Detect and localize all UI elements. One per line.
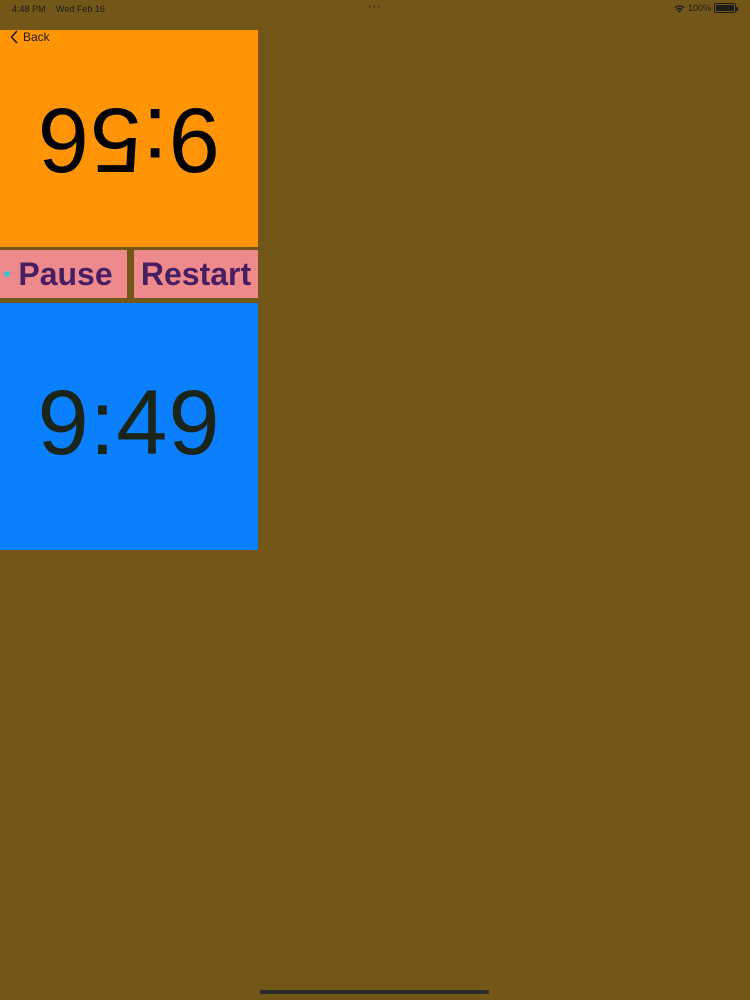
- pause-button[interactable]: Pause: [0, 250, 127, 298]
- multitasking-dots[interactable]: •••: [368, 2, 382, 13]
- home-indicator[interactable]: [260, 990, 489, 994]
- battery-nub: [736, 7, 738, 11]
- battery-level-fill: [716, 5, 734, 11]
- wifi-icon: [674, 4, 685, 13]
- status-bar: 4:48 PM Wed Feb 16 ••• 100%: [0, 0, 750, 20]
- chevron-left-icon: [9, 30, 19, 44]
- status-time: 4:48 PM: [12, 4, 46, 14]
- bottom-player-timer-panel[interactable]: 9:49: [0, 303, 258, 550]
- top-player-timer-panel[interactable]: Back 9:56: [0, 30, 258, 247]
- back-label: Back: [23, 30, 50, 44]
- chess-clock: Back 9:56 Pause Restart 9:49: [0, 30, 258, 550]
- status-date: Wed Feb 16: [56, 4, 105, 14]
- focus-indicator: [4, 271, 10, 277]
- bottom-timer-value: 9:49: [37, 372, 221, 474]
- control-strip: Pause Restart: [0, 247, 258, 303]
- battery-percent: 100%: [687, 3, 711, 13]
- battery-icon: [714, 3, 738, 13]
- restart-label: Restart: [140, 255, 252, 292]
- screen: 4:48 PM Wed Feb 16 ••• 100% Back 9:56 Pa…: [0, 0, 750, 1000]
- back-button[interactable]: Back: [9, 30, 50, 44]
- restart-button[interactable]: Restart: [134, 250, 258, 298]
- top-timer-value: 9:56: [37, 89, 221, 191]
- status-indicators: 100%: [674, 3, 738, 13]
- pause-label: Pause: [18, 255, 113, 292]
